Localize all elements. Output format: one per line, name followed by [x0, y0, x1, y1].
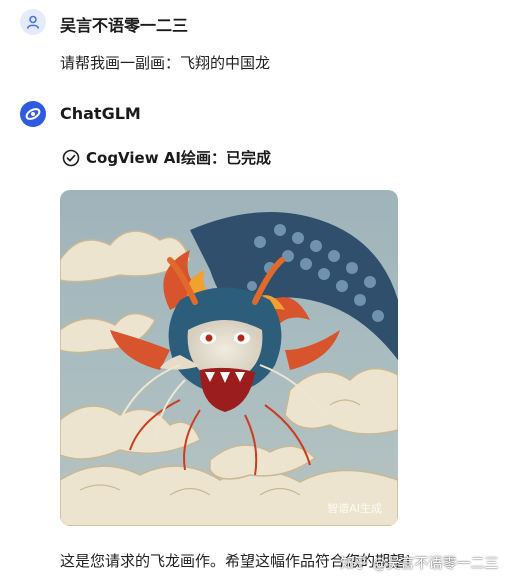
dragon-artwork [60, 190, 398, 526]
generated-dragon-image[interactable]: 智谱AI生成 [60, 190, 398, 526]
bot-name: ChatGLM [60, 104, 141, 123]
user-avatar [20, 9, 46, 35]
image-watermark: 智谱AI生成 [327, 502, 382, 515]
user-name: 吴言不语零一二三 [60, 16, 189, 35]
user-message-text: 请帮我画一副画：飞翔的中国龙 [60, 54, 271, 72]
check-circle-icon [62, 149, 80, 166]
generation-status: CogView AI绘画：已完成 [62, 147, 271, 168]
bot-avatar [20, 101, 46, 127]
page-watermark: 知乎 @吴言不语零一二三 [340, 556, 499, 572]
status-label: CogView AI绘画：已完成 [86, 149, 271, 167]
person-icon [27, 15, 39, 29]
chatglm-logo-icon [25, 108, 41, 120]
